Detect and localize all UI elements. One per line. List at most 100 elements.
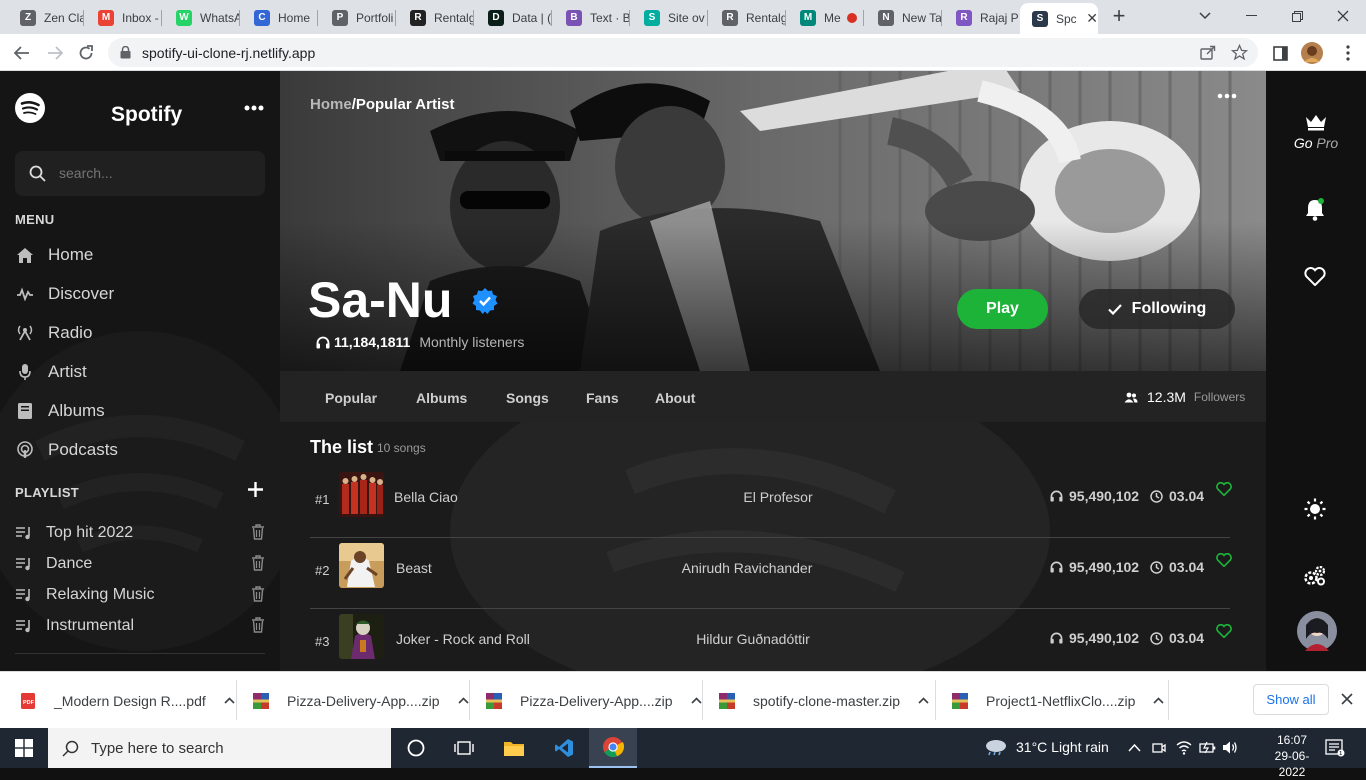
more-options-icon[interactable] xyxy=(1217,93,1237,99)
notification-center-icon[interactable]: 1 xyxy=(1325,739,1345,757)
avatar[interactable] xyxy=(1297,611,1337,651)
search-icon xyxy=(62,740,79,757)
back-button[interactable] xyxy=(11,42,33,64)
tab-fans[interactable]: Fans xyxy=(586,390,619,406)
play-button[interactable]: Play xyxy=(957,289,1048,329)
playlist-item[interactable]: Dance xyxy=(15,550,265,578)
settings-gears-icon[interactable] xyxy=(1304,566,1326,586)
start-button[interactable] xyxy=(0,728,48,768)
taskbar-search-box[interactable]: Type here to search xyxy=(48,728,391,768)
download-item[interactable]: spotify-clone-master.zip xyxy=(719,672,929,729)
play-count: 95,490,102 xyxy=(1069,488,1140,504)
browser-tab[interactable]: W WhatsA xyxy=(164,3,240,32)
weather-widget[interactable]: 31°C Light rain xyxy=(984,738,1109,756)
tab-songs[interactable]: Songs xyxy=(506,390,549,406)
browser-tab[interactable]: Z Zen Cla xyxy=(8,3,84,32)
browser-tab[interactable]: M Inbox - xyxy=(86,3,162,32)
following-button[interactable]: Following xyxy=(1079,289,1235,329)
browser-tab[interactable]: P Portfoli xyxy=(320,3,396,32)
tab-search-button[interactable] xyxy=(1182,0,1228,32)
chevron-up-icon[interactable] xyxy=(457,697,469,704)
chevron-up-icon[interactable] xyxy=(1153,697,1164,704)
headphones-icon xyxy=(316,336,330,348)
show-all-downloads-button[interactable]: Show all xyxy=(1253,684,1329,715)
volume-icon[interactable] xyxy=(1222,740,1238,755)
playlist-item[interactable]: Relaxing Music xyxy=(15,581,265,609)
sidebar-item-artist[interactable]: Artist xyxy=(15,357,265,387)
tab-albums[interactable]: Albums xyxy=(416,390,467,406)
sidebar-item-home[interactable]: Home xyxy=(15,240,265,270)
following-label: Following xyxy=(1131,300,1207,317)
trash-icon[interactable] xyxy=(251,617,265,633)
search-box[interactable] xyxy=(15,151,265,196)
trash-icon[interactable] xyxy=(251,586,265,602)
download-item[interactable]: Project1-NetflixClo....zip xyxy=(952,672,1164,729)
browser-tab[interactable]: C Home xyxy=(242,3,318,32)
download-item[interactable]: PDF _Modern Design R....pdf xyxy=(20,672,235,729)
browser-tab[interactable]: N New Ta xyxy=(866,3,942,32)
new-tab-button[interactable]: + xyxy=(1096,0,1142,32)
browser-tab[interactable]: R Rentalg xyxy=(710,3,786,32)
chevron-up-icon[interactable] xyxy=(690,697,702,704)
profile-avatar-button[interactable] xyxy=(1301,42,1323,64)
file-explorer-button[interactable] xyxy=(490,728,538,768)
chevron-up-icon[interactable] xyxy=(1128,743,1141,752)
system-clock[interactable]: 16:07 29-06-2022 xyxy=(1264,732,1320,780)
minimize-button[interactable] xyxy=(1228,0,1274,32)
song-row[interactable]: #3 Joker - Rock and Roll Hildur Guðnadót… xyxy=(310,609,1232,671)
song-row[interactable]: #1 Bella Ciao El Profesor 95,490,102 03.… xyxy=(310,467,1232,538)
vscode-button[interactable] xyxy=(540,728,588,768)
sidebar-item-podcasts[interactable]: Podcasts xyxy=(15,435,265,465)
task-view-icon xyxy=(454,741,474,755)
heart-like-icon[interactable] xyxy=(1216,624,1232,638)
browser-tab[interactable]: R Rajaj P xyxy=(944,3,1020,32)
playlist-item[interactable]: Instrumental xyxy=(15,612,265,640)
forward-button[interactable] xyxy=(44,42,66,64)
close-icon[interactable] xyxy=(1340,692,1354,706)
battery-icon[interactable] xyxy=(1199,741,1216,754)
download-item[interactable]: Pizza-Delivery-App....zip xyxy=(486,672,702,729)
song-row[interactable]: #2 Beast Anirudh Ravichander 95,490,102 … xyxy=(310,538,1232,609)
close-window-button[interactable] xyxy=(1320,0,1366,32)
tab-popular[interactable]: Popular xyxy=(325,390,377,406)
list-count: 10 songs xyxy=(377,441,426,455)
restore-button[interactable] xyxy=(1274,0,1320,32)
browser-tab[interactable]: R Rentalg xyxy=(398,3,474,32)
browser-tab[interactable]: B Text · B xyxy=(554,3,630,32)
reload-button[interactable] xyxy=(75,42,97,64)
sun-theme-icon[interactable] xyxy=(1304,498,1326,520)
download-item[interactable]: Pizza-Delivery-App....zip xyxy=(253,672,469,729)
heart-like-icon[interactable] xyxy=(1216,553,1232,567)
artist-tabs: Popular Albums Songs Fans About 12.3M Fo… xyxy=(280,371,1266,422)
breadcrumb-home-link[interactable]: Home xyxy=(310,96,352,113)
cortana-button[interactable] xyxy=(392,728,440,768)
search-input[interactable] xyxy=(59,165,249,181)
add-playlist-icon[interactable] xyxy=(247,481,264,498)
address-bar[interactable]: spotify-ui-clone-rj.netlify.app xyxy=(108,38,1258,67)
notification-bell-icon[interactable] xyxy=(1304,197,1326,221)
browser-tab[interactable]: D Data | ( xyxy=(476,3,552,32)
browser-tab-active[interactable]: S Spc ✕ xyxy=(1020,3,1098,34)
tab-about[interactable]: About xyxy=(655,390,695,406)
chrome-taskbar-button[interactable] xyxy=(589,728,637,768)
trash-icon[interactable] xyxy=(251,524,265,540)
chevron-up-icon[interactable] xyxy=(918,697,929,704)
browser-menu-button[interactable] xyxy=(1337,42,1359,64)
playlist-item[interactable]: Top hit 2022 xyxy=(15,519,265,547)
heart-like-icon[interactable] xyxy=(1216,482,1232,496)
more-options-icon[interactable] xyxy=(244,105,264,111)
heart-icon[interactable] xyxy=(1304,267,1326,286)
side-panel-button[interactable] xyxy=(1269,42,1291,64)
sidebar-item-discover[interactable]: Discover xyxy=(15,279,265,309)
chevron-up-icon[interactable] xyxy=(224,697,235,704)
trash-icon[interactable] xyxy=(251,555,265,571)
sidebar-item-albums[interactable]: Albums xyxy=(15,396,265,426)
task-view-button[interactable] xyxy=(440,728,488,768)
sidebar-item-radio[interactable]: Radio xyxy=(15,318,265,348)
meet-now-icon[interactable] xyxy=(1152,741,1166,755)
spotify-logo-icon[interactable] xyxy=(15,93,45,123)
browser-tab[interactable]: S Site ov xyxy=(632,3,708,32)
wifi-icon[interactable] xyxy=(1176,740,1192,755)
browser-tab[interactable]: M Me xyxy=(788,3,864,32)
go-pro-button[interactable]: Go Pro xyxy=(1266,113,1366,151)
